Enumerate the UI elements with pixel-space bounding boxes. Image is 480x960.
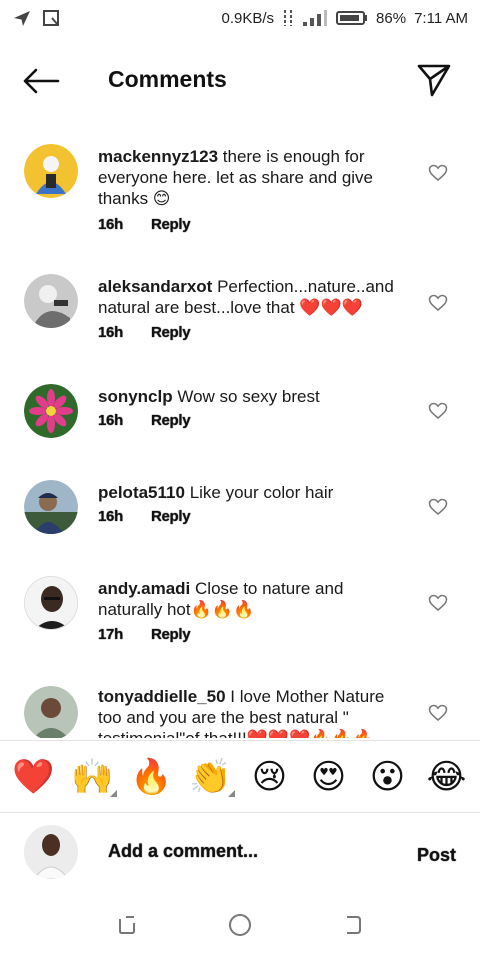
- screenshot-icon: [42, 9, 60, 27]
- skin-tone-indicator: [227, 789, 235, 797]
- add-comment-input[interactable]: Add a comment...: [108, 841, 259, 862]
- reply-button[interactable]: Reply: [151, 412, 191, 430]
- comment-text: andy.amadi Close to nature and naturally…: [98, 578, 410, 620]
- header: Comments: [0, 36, 480, 124]
- back-arrow-icon: [23, 68, 60, 94]
- home-button[interactable]: [226, 911, 254, 939]
- like-button[interactable]: [428, 294, 448, 312]
- skin-tone-indicator: [109, 789, 117, 797]
- emoji-laughing-button[interactable]: 😂: [421, 751, 473, 803]
- emoji-raised-hands-button[interactable]: 🙌: [67, 751, 119, 803]
- like-button[interactable]: [428, 704, 448, 722]
- direct-send-icon: [417, 64, 451, 97]
- heart-outline-icon: [428, 594, 448, 611]
- raised-hands-icon: 🙌: [71, 757, 114, 796]
- status-bar: 0.9KB/s 86% 7:11 AM: [0, 0, 480, 36]
- my-avatar: [24, 825, 78, 879]
- back-nav-button[interactable]: [339, 911, 367, 939]
- comment-time: 16h: [98, 324, 124, 342]
- like-button[interactable]: [428, 498, 448, 516]
- post-button[interactable]: Post: [417, 845, 457, 866]
- like-button[interactable]: [428, 164, 448, 182]
- reply-button[interactable]: Reply: [151, 324, 191, 342]
- comment-username[interactable]: andy.amadi: [98, 579, 190, 598]
- comment-time: 16h: [98, 508, 124, 526]
- comment-username[interactable]: sonynclp: [98, 387, 173, 406]
- reply-button[interactable]: Reply: [151, 216, 191, 234]
- emoji-fire-button[interactable]: 🔥: [126, 751, 178, 803]
- recents-button[interactable]: [113, 911, 141, 939]
- comment-message: Wow so sexy brest: [177, 387, 320, 406]
- battery-icon: [336, 10, 368, 26]
- heart-outline-icon: [428, 402, 448, 419]
- comment-username[interactable]: aleksandarxot: [98, 277, 212, 296]
- home-circle-icon: [228, 914, 251, 936]
- comment-meta: 16h Reply: [98, 412, 191, 430]
- avatar[interactable]: [24, 576, 78, 630]
- comment-text: sonynclp Wow so sexy brest: [98, 386, 410, 407]
- like-button[interactable]: [428, 594, 448, 612]
- emoji-crying-button[interactable]: 😢: [244, 751, 296, 803]
- heart-outline-icon: [428, 164, 448, 181]
- battery-percent: 86%: [376, 9, 407, 27]
- comment-meta: 16h Reply: [98, 508, 191, 526]
- avatar[interactable]: [24, 144, 78, 198]
- data-arrows-icon: [282, 8, 294, 28]
- comment-time: 16h: [98, 216, 124, 234]
- comment-text: aleksandarxot Perfection...nature..and n…: [98, 276, 410, 318]
- location-arrow-icon: [12, 9, 32, 27]
- avatar[interactable]: [24, 480, 78, 534]
- comment-meta: 16h Reply: [98, 324, 191, 342]
- clock: 7:11 AM: [414, 9, 468, 27]
- like-button[interactable]: [428, 402, 448, 420]
- avatar[interactable]: [24, 686, 78, 738]
- signal-icon: [302, 9, 328, 27]
- clap-icon: 👏: [189, 757, 232, 796]
- system-nav-bar: [0, 890, 480, 960]
- comment-text: tonyaddielle_50 I love Mother Nature too…: [98, 686, 410, 738]
- add-comment-bar: Add a comment... Post: [0, 812, 480, 890]
- comment-username[interactable]: tonyaddielle_50: [98, 687, 226, 706]
- back-button[interactable]: [22, 64, 62, 98]
- share-button[interactable]: [416, 62, 452, 98]
- comment-meta: 17h Reply: [98, 626, 191, 644]
- emoji-quick-bar: ❤️ 🙌 🔥 👏 😢 😍 😮 😂: [0, 740, 480, 812]
- comment-text: mackennyz123 there is enough for everyon…: [98, 146, 410, 209]
- comment-meta: 16h Reply: [98, 216, 191, 234]
- back-nav-icon: [347, 916, 362, 934]
- heart-outline-icon: [428, 704, 448, 721]
- comment-time: 17h: [98, 626, 124, 644]
- recents-icon: [118, 916, 135, 934]
- avatar[interactable]: [24, 274, 78, 328]
- heart-outline-icon: [428, 294, 448, 311]
- reply-button[interactable]: Reply: [151, 508, 191, 526]
- avatar[interactable]: [24, 384, 78, 438]
- comment-text: pelota5110 Like your color hair: [98, 482, 410, 503]
- emoji-heart-button[interactable]: ❤️: [8, 751, 60, 803]
- comment-time: 16h: [98, 412, 124, 430]
- heart-outline-icon: [428, 498, 448, 515]
- network-speed: 0.9KB/s: [221, 9, 275, 27]
- comment-message: Like your color hair: [189, 483, 334, 502]
- emoji-surprised-button[interactable]: 😮: [362, 751, 414, 803]
- reply-button[interactable]: Reply: [151, 626, 191, 644]
- emoji-clap-button[interactable]: 👏: [185, 751, 237, 803]
- page-title: Comments: [108, 66, 227, 92]
- comment-username[interactable]: pelota5110: [98, 483, 185, 502]
- comment-username[interactable]: mackennyz123: [98, 147, 218, 166]
- emoji-heart-eyes-button[interactable]: 😍: [303, 751, 355, 803]
- comments-list[interactable]: mackennyz123 there is enough for everyon…: [0, 124, 480, 738]
